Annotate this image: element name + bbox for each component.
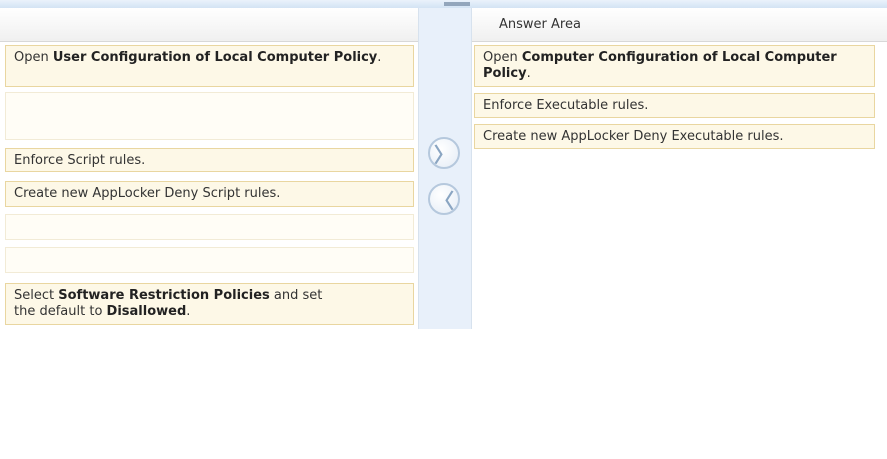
option-enforce-script-rules[interactable]: Enforce Script rules. (5, 148, 414, 172)
answer-enforce-executable-rules[interactable]: Enforce Executable rules. (474, 93, 875, 118)
chevron-left-icon: 〈 (434, 188, 454, 213)
answer-create-deny-executable-rules[interactable]: Create new AppLocker Deny Executable rul… (474, 124, 875, 149)
option-empty-slot (5, 92, 414, 140)
answer-open-computer-configuration[interactable]: Open Computer Configuration of Local Com… (474, 45, 875, 87)
chevron-right-icon: 〉 (434, 142, 454, 167)
option-empty-slot (5, 247, 414, 273)
option-empty-slot (5, 214, 414, 240)
option-select-software-restriction-policies[interactable]: Select Software Restriction Policies and… (5, 283, 414, 325)
resize-grip-icon[interactable] (444, 2, 470, 6)
option-open-user-configuration[interactable]: Open User Configuration of Local Compute… (5, 45, 414, 87)
option-create-deny-script-rules[interactable]: Create new AppLocker Deny Script rules. (5, 181, 414, 207)
answer-area-title: Answer Area (499, 17, 581, 32)
move-left-button[interactable]: 〈 (428, 183, 460, 215)
move-right-button[interactable]: 〉 (428, 137, 460, 169)
